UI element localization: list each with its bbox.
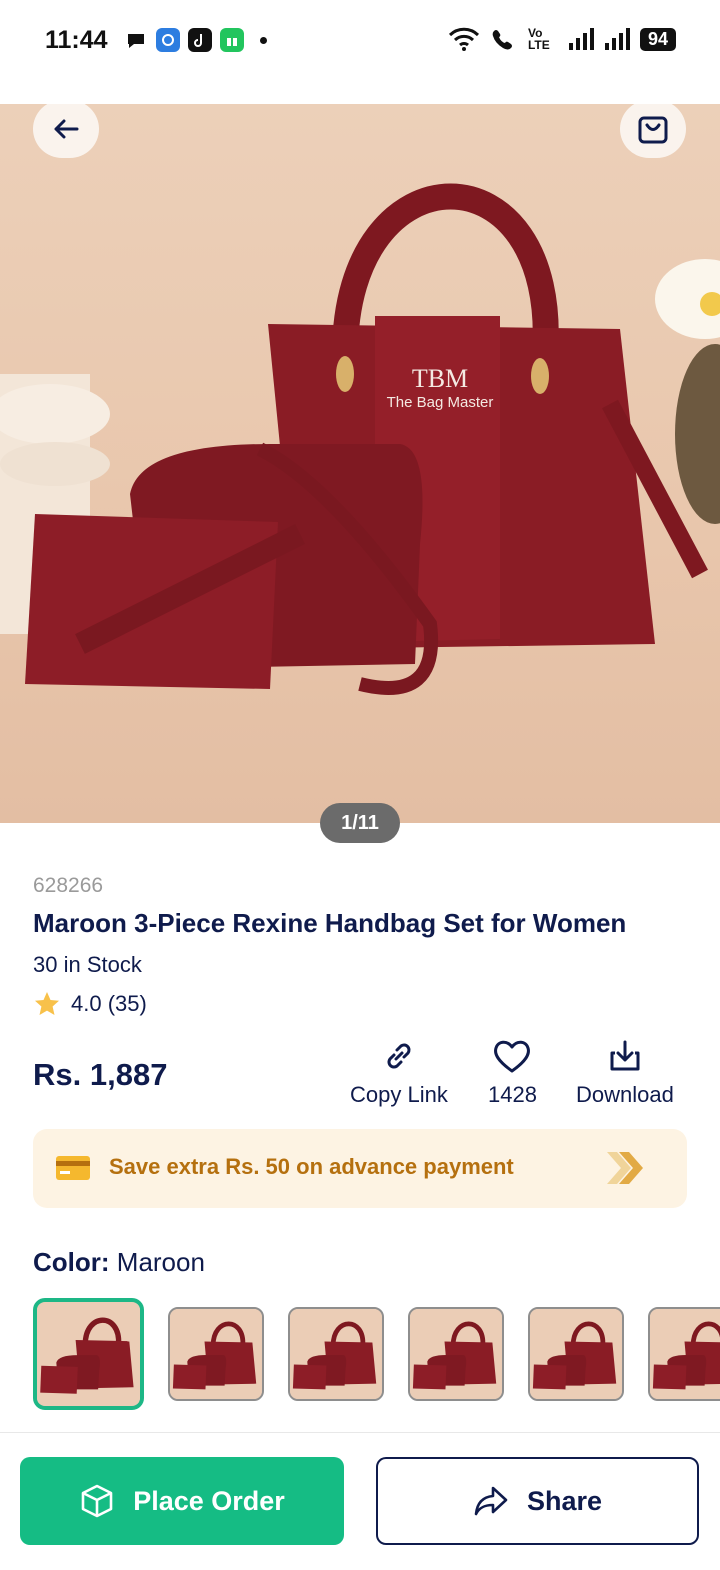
download-icon [610, 1040, 640, 1071]
cart-button[interactable] [620, 104, 686, 158]
rating-text: 4.0 (35) [71, 991, 147, 1016]
notification-icons [124, 28, 267, 52]
color-label-value: Maroon [116, 1247, 205, 1277]
image-pager: 1/11 [320, 803, 400, 843]
share-label: Share [526, 1485, 603, 1516]
brand-monogram: TBM [412, 364, 468, 393]
stock-status: 30 in Stock [33, 952, 142, 977]
heart-icon [494, 1040, 531, 1073]
color-variant-thumb-6[interactable] [648, 1307, 720, 1401]
signal-strength-1-icon [568, 28, 594, 50]
color-variant-thumb-3[interactable] [288, 1307, 384, 1401]
system-icons: Vo LTE 94 [448, 27, 676, 51]
product-photo: TBM The Bag Master [0, 183, 720, 695]
double-chevron-right-icon [607, 1152, 643, 1184]
product-rating: 4.0 (35) [33, 990, 147, 1018]
chat-bubble-icon [128, 34, 144, 48]
wifi-calling-icon [492, 30, 512, 50]
color-label-key: Color: [33, 1247, 110, 1277]
product-title: Maroon 3-Piece Rexine Handbag Set for Wo… [33, 908, 627, 938]
shopping-bag-icon [638, 116, 668, 144]
wifi-icon [448, 27, 480, 51]
tiktok-icon [188, 28, 212, 52]
more-notifications-dot [260, 36, 267, 44]
color-variant-thumb-2[interactable] [168, 1307, 264, 1401]
status-bar: 11:44 Vo LTE 94 [0, 0, 720, 84]
advance-payment-promo[interactable]: Save extra Rs. 50 on advance payment [33, 1129, 687, 1208]
place-order-label: Place Order [133, 1485, 285, 1516]
copy-link-label: Copy Link [350, 1082, 448, 1107]
download-label: Download [576, 1082, 674, 1107]
bottom-action-bar: Place Order Share [0, 1432, 720, 1570]
signal-strength-2-icon [604, 28, 630, 50]
copy-link-button[interactable]: Copy Link [350, 1038, 448, 1108]
like-button[interactable]: 1428 [488, 1038, 537, 1108]
promo-text: Save extra Rs. 50 on advance payment [109, 1154, 514, 1179]
color-variant-thumb-4[interactable] [408, 1307, 504, 1401]
likes-count: 1428 [488, 1082, 537, 1107]
star-icon [35, 992, 59, 1015]
brand-name: The Bag Master [387, 394, 494, 411]
variant-thumbnail-image [170, 1309, 262, 1399]
product-sku: 628266 [33, 874, 104, 897]
variant-thumbnail-image [530, 1309, 622, 1399]
download-button[interactable]: Download [576, 1038, 674, 1108]
link-icon [387, 1043, 411, 1069]
place-order-button[interactable]: Place Order [20, 1457, 344, 1545]
battery-level: 94 [639, 27, 676, 51]
box-icon [81, 1484, 113, 1518]
color-selector-label: Color: Maroon [33, 1247, 205, 1278]
variant-thumbnail-image [410, 1309, 502, 1399]
credit-card-icon [56, 1156, 90, 1180]
share-button[interactable]: Share [376, 1457, 699, 1545]
product-price: Rs. 1,887 [33, 1057, 168, 1092]
color-variant-thumb-1[interactable] [33, 1298, 144, 1410]
variant-thumbnail-image [650, 1309, 720, 1399]
variant-thumbnail-image [290, 1309, 382, 1399]
status-time: 11:44 [45, 26, 108, 54]
share-arrow-icon [474, 1486, 508, 1516]
sync-app-icon [156, 28, 180, 52]
color-variant-list [33, 1298, 720, 1410]
product-image-gallery[interactable]: TBM The Bag Master [0, 104, 720, 823]
back-button[interactable] [33, 104, 99, 158]
color-variant-thumb-5[interactable] [528, 1307, 624, 1401]
gift-app-icon [220, 28, 244, 52]
network-type-label: Vo LTE [527, 26, 550, 52]
arrow-left-icon [54, 119, 79, 139]
variant-thumbnail-image [37, 1303, 140, 1405]
